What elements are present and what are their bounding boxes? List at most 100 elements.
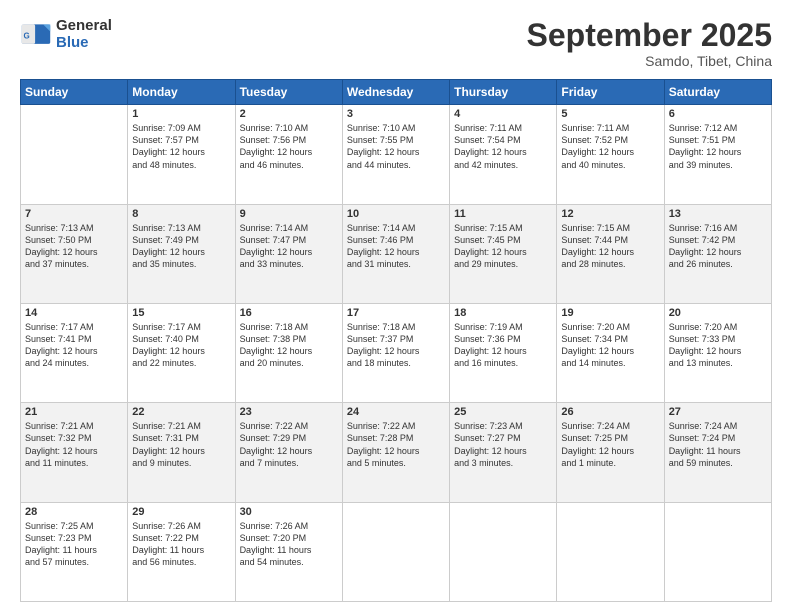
day-number: 9	[240, 208, 338, 220]
day-number: 30	[240, 506, 338, 518]
svg-text:G: G	[24, 31, 30, 40]
calendar-cell: 25 Sunrise: 7:23 AMSunset: 7:27 PMDayligh…	[450, 403, 557, 502]
day-number: 13	[669, 208, 767, 220]
calendar-cell	[21, 105, 128, 204]
calendar-cell: 12 Sunrise: 7:15 AMSunset: 7:44 PMDayligh…	[557, 204, 664, 303]
calendar-week-2: 7Sunrise: 7:13 AMSunset: 7:50 PMDaylight…	[21, 204, 772, 303]
calendar-cell: 26 Sunrise: 7:24 AMSunset: 7:25 PMDayligh…	[557, 403, 664, 502]
calendar-cell: 13 Sunrise: 7:16 AMSunset: 7:42 PMDayligh…	[664, 204, 771, 303]
cell-content: Sunrise: 7:15 AMSunset: 7:44 PMDaylight:…	[561, 222, 659, 271]
calendar-cell	[342, 502, 449, 601]
calendar-week-5: 28 Sunrise: 7:25 AMSunset: 7:23 PMDayligh…	[21, 502, 772, 601]
calendar-cell	[664, 502, 771, 601]
calendar-cell: 27Sunrise: 7:24 AMSunset: 7:24 PMDayligh…	[664, 403, 771, 502]
day-number: 11	[454, 208, 552, 220]
logo-general-text: General	[56, 18, 112, 35]
calendar-week-4: 21Sunrise: 7:21 AMSunset: 7:32 PMDayligh…	[21, 403, 772, 502]
header-thursday: Thursday	[450, 80, 557, 105]
day-number: 28	[25, 506, 123, 518]
day-number: 29	[132, 506, 230, 518]
calendar-cell: 24 Sunrise: 7:22 AMSunset: 7:28 PMDayligh…	[342, 403, 449, 502]
page-header: G General Blue September 2025 Samdo, Tib…	[20, 18, 772, 69]
calendar-cell: 11 Sunrise: 7:15 AMSunset: 7:45 PMDayligh…	[450, 204, 557, 303]
calendar-cell: 14 Sunrise: 7:17 AMSunset: 7:41 PMDayligh…	[21, 303, 128, 402]
calendar-table: Sunday Monday Tuesday Wednesday Thursday…	[20, 79, 772, 602]
day-number: 12	[561, 208, 659, 220]
header-monday: Monday	[128, 80, 235, 105]
calendar-week-3: 14 Sunrise: 7:17 AMSunset: 7:41 PMDayligh…	[21, 303, 772, 402]
calendar-cell: 1 Sunrise: 7:09 AMSunset: 7:57 PMDaylight…	[128, 105, 235, 204]
cell-content: Sunrise: 7:09 AMSunset: 7:57 PMDaylight:…	[132, 122, 230, 171]
cell-content: Sunrise: 7:16 AMSunset: 7:42 PMDaylight:…	[669, 222, 767, 271]
cell-content: Sunrise: 7:17 AMSunset: 7:40 PMDaylight:…	[132, 321, 230, 370]
calendar-cell: 29Sunrise: 7:26 AMSunset: 7:22 PMDayligh…	[128, 502, 235, 601]
cell-content: Sunrise: 7:10 AMSunset: 7:55 PMDaylight:…	[347, 122, 445, 171]
month-title: September 2025	[527, 18, 772, 53]
day-number: 26	[561, 406, 659, 418]
day-number: 3	[347, 108, 445, 120]
cell-content: Sunrise: 7:24 AMSunset: 7:25 PMDaylight:…	[561, 420, 659, 469]
day-number: 25	[454, 406, 552, 418]
title-block: September 2025 Samdo, Tibet, China	[527, 18, 772, 69]
logo-icon: G	[20, 19, 52, 51]
calendar-cell: 23 Sunrise: 7:22 AMSunset: 7:29 PMDayligh…	[235, 403, 342, 502]
day-number: 18	[454, 307, 552, 319]
day-number: 5	[561, 108, 659, 120]
cell-content: Sunrise: 7:20 AMSunset: 7:34 PMDaylight:…	[561, 321, 659, 370]
cell-content: Sunrise: 7:14 AMSunset: 7:47 PMDaylight:…	[240, 222, 338, 271]
day-number: 4	[454, 108, 552, 120]
cell-content: Sunrise: 7:12 AMSunset: 7:51 PMDaylight:…	[669, 122, 767, 171]
logo: G General Blue	[20, 18, 112, 51]
cell-content: Sunrise: 7:11 AMSunset: 7:52 PMDaylight:…	[561, 122, 659, 171]
day-number: 17	[347, 307, 445, 319]
day-number: 6	[669, 108, 767, 120]
day-number: 24	[347, 406, 445, 418]
calendar-cell: 21Sunrise: 7:21 AMSunset: 7:32 PMDayligh…	[21, 403, 128, 502]
calendar-cell	[557, 502, 664, 601]
calendar-cell: 28 Sunrise: 7:25 AMSunset: 7:23 PMDayligh…	[21, 502, 128, 601]
calendar-header-row: Sunday Monday Tuesday Wednesday Thursday…	[21, 80, 772, 105]
day-number: 21	[25, 406, 123, 418]
cell-content: Sunrise: 7:25 AMSunset: 7:23 PMDaylight:…	[25, 520, 123, 569]
calendar-cell: 16 Sunrise: 7:18 AMSunset: 7:38 PMDayligh…	[235, 303, 342, 402]
cell-content: Sunrise: 7:18 AMSunset: 7:38 PMDaylight:…	[240, 321, 338, 370]
header-sunday: Sunday	[21, 80, 128, 105]
day-number: 22	[132, 406, 230, 418]
calendar-cell: 20 Sunrise: 7:20 AMSunset: 7:33 PMDayligh…	[664, 303, 771, 402]
location: Samdo, Tibet, China	[527, 53, 772, 69]
calendar-cell: 7Sunrise: 7:13 AMSunset: 7:50 PMDaylight…	[21, 204, 128, 303]
day-number: 15	[132, 307, 230, 319]
cell-content: Sunrise: 7:22 AMSunset: 7:29 PMDaylight:…	[240, 420, 338, 469]
calendar-cell: 30 Sunrise: 7:26 AMSunset: 7:20 PMDayligh…	[235, 502, 342, 601]
day-number: 1	[132, 108, 230, 120]
day-number: 19	[561, 307, 659, 319]
cell-content: Sunrise: 7:13 AMSunset: 7:49 PMDaylight:…	[132, 222, 230, 271]
calendar-cell	[450, 502, 557, 601]
day-number: 10	[347, 208, 445, 220]
cell-content: Sunrise: 7:14 AMSunset: 7:46 PMDaylight:…	[347, 222, 445, 271]
calendar-week-1: 1 Sunrise: 7:09 AMSunset: 7:57 PMDaylight…	[21, 105, 772, 204]
cell-content: Sunrise: 7:11 AMSunset: 7:54 PMDaylight:…	[454, 122, 552, 171]
calendar-cell: 18Sunrise: 7:19 AMSunset: 7:36 PMDayligh…	[450, 303, 557, 402]
cell-content: Sunrise: 7:22 AMSunset: 7:28 PMDaylight:…	[347, 420, 445, 469]
day-number: 8	[132, 208, 230, 220]
day-number: 16	[240, 307, 338, 319]
cell-content: Sunrise: 7:26 AMSunset: 7:20 PMDaylight:…	[240, 520, 338, 569]
cell-content: Sunrise: 7:15 AMSunset: 7:45 PMDaylight:…	[454, 222, 552, 271]
cell-content: Sunrise: 7:20 AMSunset: 7:33 PMDaylight:…	[669, 321, 767, 370]
day-number: 20	[669, 307, 767, 319]
day-number: 27	[669, 406, 767, 418]
day-number: 2	[240, 108, 338, 120]
header-wednesday: Wednesday	[342, 80, 449, 105]
calendar-cell: 2Sunrise: 7:10 AMSunset: 7:56 PMDaylight…	[235, 105, 342, 204]
calendar-cell: 3 Sunrise: 7:10 AMSunset: 7:55 PMDaylight…	[342, 105, 449, 204]
day-number: 23	[240, 406, 338, 418]
calendar-cell: 6 Sunrise: 7:12 AMSunset: 7:51 PMDaylight…	[664, 105, 771, 204]
day-number: 14	[25, 307, 123, 319]
cell-content: Sunrise: 7:17 AMSunset: 7:41 PMDaylight:…	[25, 321, 123, 370]
day-number: 7	[25, 208, 123, 220]
cell-content: Sunrise: 7:23 AMSunset: 7:27 PMDaylight:…	[454, 420, 552, 469]
header-friday: Friday	[557, 80, 664, 105]
calendar-cell: 10 Sunrise: 7:14 AMSunset: 7:46 PMDayligh…	[342, 204, 449, 303]
calendar-cell: 22Sunrise: 7:21 AMSunset: 7:31 PMDayligh…	[128, 403, 235, 502]
